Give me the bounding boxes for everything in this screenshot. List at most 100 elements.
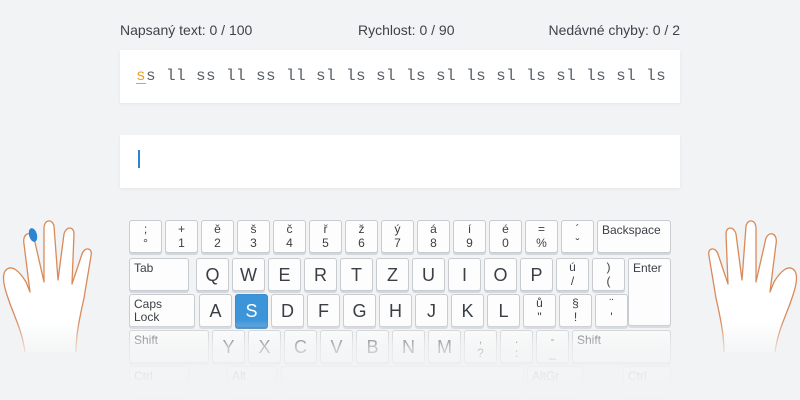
left-shift-key[interactable]: Shift bbox=[129, 330, 209, 363]
key-equals[interactable]: =% bbox=[525, 220, 558, 253]
key-top-char: § bbox=[572, 296, 579, 310]
key-label: Ctrl bbox=[628, 369, 647, 383]
key-1[interactable]: +1 bbox=[165, 220, 198, 253]
key-f[interactable]: F bbox=[307, 294, 340, 327]
key-char: T bbox=[351, 265, 362, 285]
lesson-text-panel: ss ll ss ll ss ll sl ls sl ls sl ls sl l… bbox=[120, 50, 680, 103]
key-4[interactable]: č4 bbox=[273, 220, 306, 253]
key-5[interactable]: ř5 bbox=[309, 220, 342, 253]
key-comma[interactable]: ,? bbox=[464, 330, 497, 363]
tab-key[interactable]: Tab bbox=[129, 258, 189, 291]
key-p[interactable]: P bbox=[520, 258, 553, 291]
recent-errors-counter: Nedávné chyby: 0 / 2 bbox=[548, 22, 680, 38]
key-top-char: = bbox=[537, 222, 545, 236]
key-0[interactable]: é0 bbox=[489, 220, 522, 253]
key-r[interactable]: R bbox=[304, 258, 337, 291]
key-minus[interactable]: - _ bbox=[536, 330, 569, 363]
altgr-key[interactable]: AltGr bbox=[527, 366, 583, 399]
keyboard-row-modifiers: Ctrl Alt AltGr Ctrl bbox=[129, 366, 671, 399]
key-b[interactable]: B bbox=[356, 330, 389, 363]
key-w[interactable]: W bbox=[232, 258, 265, 291]
key-9[interactable]: í9 bbox=[453, 220, 486, 253]
key-k[interactable]: K bbox=[451, 294, 484, 327]
key-o[interactable]: O bbox=[484, 258, 517, 291]
key-top-char: á bbox=[430, 222, 437, 236]
key-char: E bbox=[278, 265, 291, 285]
key-top-char: ¨ bbox=[609, 296, 614, 310]
key-7[interactable]: ý7 bbox=[381, 220, 414, 253]
key-top-char: č bbox=[286, 222, 293, 236]
keyboard-row-top-letters: Tab Q W E R T Z U I O P ú / )( Enter bbox=[129, 258, 671, 326]
key-u[interactable]: U bbox=[412, 258, 445, 291]
key-e[interactable]: E bbox=[268, 258, 301, 291]
key-x[interactable]: X bbox=[248, 330, 281, 363]
key-label: AltGr bbox=[532, 369, 560, 383]
key-section[interactable]: §! bbox=[559, 294, 592, 327]
key-d[interactable]: D bbox=[271, 294, 304, 327]
key-q[interactable]: Q bbox=[196, 258, 229, 291]
key-bottom-char: 5 bbox=[322, 236, 329, 250]
caps-lock-key[interactable]: Caps Lock bbox=[129, 294, 195, 327]
key-top-char: ) bbox=[606, 260, 611, 274]
key-char: K bbox=[461, 301, 474, 321]
key-top-char: + bbox=[177, 222, 185, 236]
keyboard-row-numbers: ; ° +1 ě2 š3 č4 ř5 ž6 ý7 á8 í9 é0 =% ´ ˇ B… bbox=[129, 220, 671, 253]
key-t[interactable]: T bbox=[340, 258, 373, 291]
space-key[interactable] bbox=[281, 366, 524, 399]
key-a[interactable]: A bbox=[199, 294, 232, 327]
key-char: H bbox=[389, 301, 402, 321]
key-g[interactable]: G bbox=[343, 294, 376, 327]
right-ctrl-key[interactable]: Ctrl bbox=[623, 366, 671, 399]
key-period[interactable]: .: bbox=[500, 330, 533, 363]
key-bottom-char: ( bbox=[606, 274, 611, 288]
key-char: Q bbox=[205, 265, 220, 285]
key-char: D bbox=[281, 301, 294, 321]
backspace-key[interactable]: Backspace bbox=[597, 220, 671, 253]
key-c[interactable]: C bbox=[284, 330, 317, 363]
typing-input-panel[interactable] bbox=[120, 135, 680, 188]
key-label: Ctrl bbox=[134, 369, 153, 383]
key-semicolon[interactable]: ; ° bbox=[129, 220, 162, 253]
key-acute[interactable]: ´ ˇ bbox=[561, 220, 594, 253]
left-ctrl-key[interactable]: Ctrl bbox=[129, 366, 189, 399]
key-h[interactable]: H bbox=[379, 294, 412, 327]
key-bottom-char: ? bbox=[477, 346, 484, 360]
key-z[interactable]: Z bbox=[376, 258, 409, 291]
key-n[interactable]: N bbox=[392, 330, 425, 363]
key-s[interactable]: S bbox=[235, 294, 268, 327]
right-shift-key[interactable]: Shift bbox=[572, 330, 671, 363]
key-top-char: ; bbox=[143, 222, 148, 236]
key-top-char: é bbox=[502, 222, 509, 236]
left-hand-icon bbox=[2, 220, 92, 352]
key-diaeresis[interactable]: ¨ ' bbox=[595, 294, 628, 327]
key-top-char: - bbox=[550, 332, 555, 346]
key-bottom-char: _ bbox=[549, 346, 556, 360]
keyboard-row-bottom-letters: Shift Y X C V B N M ,? .: - _ Shift bbox=[129, 330, 671, 363]
key-m[interactable]: M bbox=[428, 330, 461, 363]
key-i[interactable]: I bbox=[448, 258, 481, 291]
key-bottom-char: 6 bbox=[358, 236, 365, 250]
key-bottom-char: : bbox=[514, 346, 519, 360]
key-char: Y bbox=[222, 337, 235, 357]
key-char: F bbox=[318, 301, 329, 321]
key-l[interactable]: L bbox=[487, 294, 520, 327]
key-u-acute[interactable]: ú / bbox=[556, 258, 589, 291]
alt-key[interactable]: Alt bbox=[227, 366, 277, 399]
key-char: M bbox=[437, 337, 452, 357]
remaining-lesson-text: s ll ss ll ss ll sl ls sl ls sl ls sl ls… bbox=[146, 67, 667, 85]
key-top-char: . bbox=[514, 332, 519, 346]
key-bottom-char: ' bbox=[610, 310, 613, 324]
key-2[interactable]: ě2 bbox=[201, 220, 234, 253]
key-j[interactable]: J bbox=[415, 294, 448, 327]
key-6[interactable]: ž6 bbox=[345, 220, 378, 253]
key-3[interactable]: š3 bbox=[237, 220, 270, 253]
key-char: S bbox=[245, 301, 258, 321]
key-bottom-char: 3 bbox=[250, 236, 257, 250]
key-8[interactable]: á8 bbox=[417, 220, 450, 253]
key-u-ring[interactable]: ů " bbox=[523, 294, 556, 327]
key-y[interactable]: Y bbox=[212, 330, 245, 363]
key-v[interactable]: V bbox=[320, 330, 353, 363]
key-label: Caps Lock bbox=[134, 297, 163, 324]
key-label: Alt bbox=[232, 369, 247, 383]
key-parenthesis[interactable]: )( bbox=[592, 258, 625, 291]
